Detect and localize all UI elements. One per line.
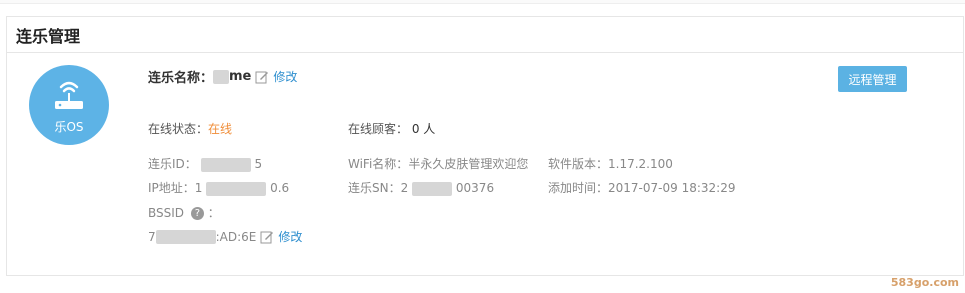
software-value: 1.17.2.100 xyxy=(608,157,673,171)
wifi-value: 半永久皮肤管理欢迎您 xyxy=(408,157,529,171)
logo-text: 乐OS xyxy=(54,120,84,134)
top-divider xyxy=(0,0,965,4)
router-icon xyxy=(55,81,83,109)
added-time-field: 添加时间：2017-07-09 18:32:29 xyxy=(548,179,735,196)
bssid-field: BSSID ? ： xyxy=(148,204,220,221)
panel-title: 连乐管理 xyxy=(7,17,963,53)
redacted-ip xyxy=(206,181,267,196)
sn-field: 连乐SN：2 00376 xyxy=(348,179,494,196)
customers-value: 0 人 xyxy=(411,122,436,136)
ip-field: IP地址：1 0.6 xyxy=(148,179,289,196)
edit-icon[interactable] xyxy=(255,70,269,84)
status-field: 在线状态：在线 xyxy=(148,120,232,137)
ip-prefix: 1 xyxy=(194,181,203,195)
redacted-bssid xyxy=(155,229,216,244)
software-label: 软件版本： xyxy=(548,157,609,171)
bssid-suffix: :AD:6E xyxy=(215,229,257,244)
help-icon[interactable]: ? xyxy=(190,207,204,220)
redacted-sn xyxy=(412,181,453,196)
id-field: 连乐ID： 5 xyxy=(148,155,262,172)
customers-field: 在线顾客： 0 人 xyxy=(348,120,435,137)
device-name-row: 连乐名称： me 修改 xyxy=(148,67,297,86)
bssid-value-row: 7 :AD:6E 修改 xyxy=(148,228,302,245)
wifi-label: WiFi名称： xyxy=(348,157,409,171)
status-value: 在线 xyxy=(208,122,233,136)
sn-label: 连乐SN： xyxy=(348,181,401,195)
redacted-name xyxy=(213,69,230,84)
bssid-label: BSSID xyxy=(148,206,185,220)
sn-suffix: 00376 xyxy=(455,181,495,195)
software-field: 软件版本：1.17.2.100 xyxy=(548,155,673,172)
bssid-prefix: 7 xyxy=(148,229,156,244)
id-suffix: 5 xyxy=(254,157,263,171)
sn-prefix: 2 xyxy=(400,181,409,195)
ip-label: IP地址： xyxy=(148,181,195,195)
id-label: 连乐ID： xyxy=(148,157,197,171)
edit-bssid-link[interactable]: 修改 xyxy=(278,228,302,245)
watermark: 583go.com xyxy=(890,276,959,289)
edit-icon[interactable] xyxy=(260,230,274,244)
customers-label: 在线顾客： xyxy=(348,122,409,136)
ip-suffix: 0.6 xyxy=(270,181,290,195)
bssid-colon: ： xyxy=(207,206,220,220)
device-logo: 乐OS xyxy=(29,65,109,145)
added-value: 2017-07-09 18:32:29 xyxy=(608,181,736,195)
remote-manage-button[interactable]: 远程管理 xyxy=(838,66,907,92)
edit-name-link[interactable]: 修改 xyxy=(273,68,297,85)
status-label: 在线状态： xyxy=(148,122,209,136)
redacted-id xyxy=(200,157,251,172)
device-name-label: 连乐名称： xyxy=(148,71,214,86)
device-name-suffix: me xyxy=(229,69,252,84)
wifi-field: WiFi名称：半永久皮肤管理欢迎您 xyxy=(348,155,528,172)
added-label: 添加时间： xyxy=(548,181,609,195)
